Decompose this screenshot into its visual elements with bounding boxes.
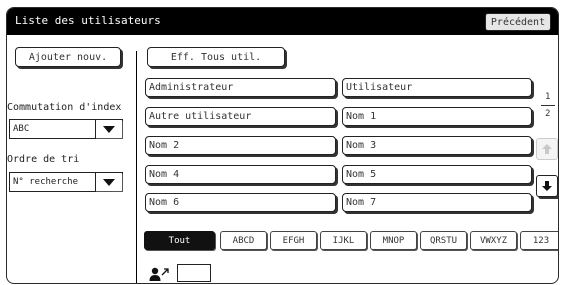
tab-123[interactable]: 123 xyxy=(520,231,558,250)
user-button[interactable]: Autre utilisateur xyxy=(145,107,336,126)
arrow-up-icon xyxy=(542,144,552,154)
user-button[interactable]: Nom 4 xyxy=(145,165,336,184)
index-dropdown-arrow[interactable] xyxy=(95,120,122,138)
page-fraction-line xyxy=(541,105,555,106)
user-button[interactable]: Nom 2 xyxy=(145,136,336,155)
delete-all-users-button[interactable]: Eff. Tous util. xyxy=(147,47,285,67)
current-page: 1 xyxy=(545,92,551,102)
tab-ijkl[interactable]: IJKL xyxy=(320,231,367,250)
user-button[interactable]: Nom 5 xyxy=(342,165,532,184)
chevron-down-icon xyxy=(103,125,115,133)
previous-button[interactable]: Précédent xyxy=(485,13,551,31)
add-new-button[interactable]: Ajouter nouv. xyxy=(15,47,121,67)
index-switch-label: Commutation d'index xyxy=(7,102,122,113)
tab-efgh[interactable]: EFGH xyxy=(270,231,317,250)
dialog-title: Liste des utilisateurs xyxy=(15,14,161,27)
user-button[interactable]: Nom 6 xyxy=(145,193,336,212)
index-select-value: ABC xyxy=(13,124,30,134)
user-number-icon xyxy=(149,267,169,281)
tab-abcd[interactable]: ABCD xyxy=(220,231,267,250)
panel-divider xyxy=(136,51,137,283)
user-number-input[interactable] xyxy=(177,264,211,282)
arrow-down-icon xyxy=(542,181,552,191)
sort-select[interactable]: N° recherche xyxy=(9,172,123,192)
tab-vwxyz[interactable]: VWXYZ xyxy=(470,231,517,250)
scroll-down-button[interactable] xyxy=(536,175,558,197)
title-bar: Liste des utilisateurs Précédent xyxy=(7,8,558,35)
user-button[interactable]: Utilisateur xyxy=(342,78,532,97)
user-button[interactable]: Nom 7 xyxy=(342,193,532,212)
user-list-dialog: Liste des utilisateurs Précédent Ajouter… xyxy=(6,7,559,284)
tab-tout[interactable]: Tout xyxy=(144,231,215,250)
scroll-up-button[interactable] xyxy=(536,138,558,160)
sort-order-label: Ordre de tri xyxy=(7,154,80,165)
tab-mnop[interactable]: MNOP xyxy=(370,231,417,250)
user-button[interactable]: Nom 1 xyxy=(342,107,532,126)
chevron-down-icon xyxy=(103,178,115,186)
sort-dropdown-arrow[interactable] xyxy=(95,173,122,191)
sort-select-value: N° recherche xyxy=(13,177,79,187)
index-select[interactable]: ABC xyxy=(9,119,123,139)
user-button[interactable]: Nom 3 xyxy=(342,136,532,155)
tab-qrstu[interactable]: QRSTU xyxy=(420,231,467,250)
total-pages: 2 xyxy=(545,109,551,119)
user-button[interactable]: Administrateur xyxy=(145,78,336,97)
